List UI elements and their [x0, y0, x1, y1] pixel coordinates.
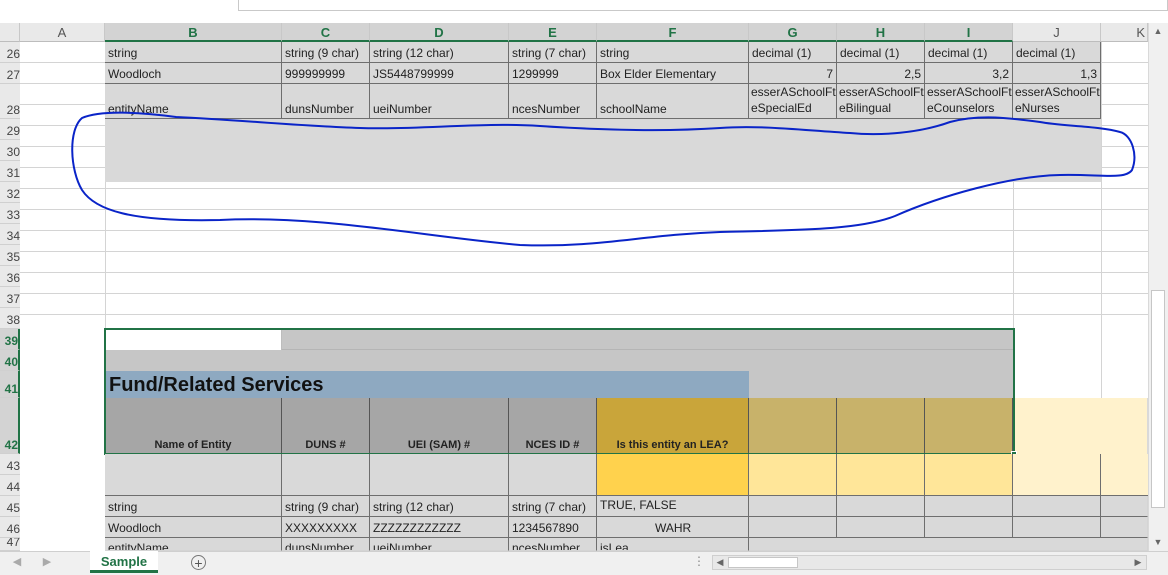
handdrawn-annotation — [71, 111, 1136, 247]
next-sheet-icon[interactable]: ▶ — [40, 555, 54, 569]
scroll-left-arrow-icon[interactable]: ◀ — [714, 556, 726, 569]
scroll-up-arrow-icon[interactable]: ▲ — [1151, 24, 1165, 38]
vertical-scrollbar-thumb[interactable] — [1151, 290, 1165, 508]
scroll-right-arrow-icon[interactable]: ▶ — [1132, 556, 1144, 569]
scroll-down-arrow-icon[interactable]: ▼ — [1151, 535, 1165, 549]
horizontal-scrollbar-thumb[interactable] — [728, 557, 798, 568]
tab-splitter-icon[interactable]: ⋮ — [693, 555, 705, 569]
prev-sheet-icon[interactable]: ◀ — [10, 555, 24, 569]
add-sheet-icon[interactable]: + — [191, 555, 206, 570]
sheet-tab-sample[interactable]: Sample — [90, 551, 158, 573]
